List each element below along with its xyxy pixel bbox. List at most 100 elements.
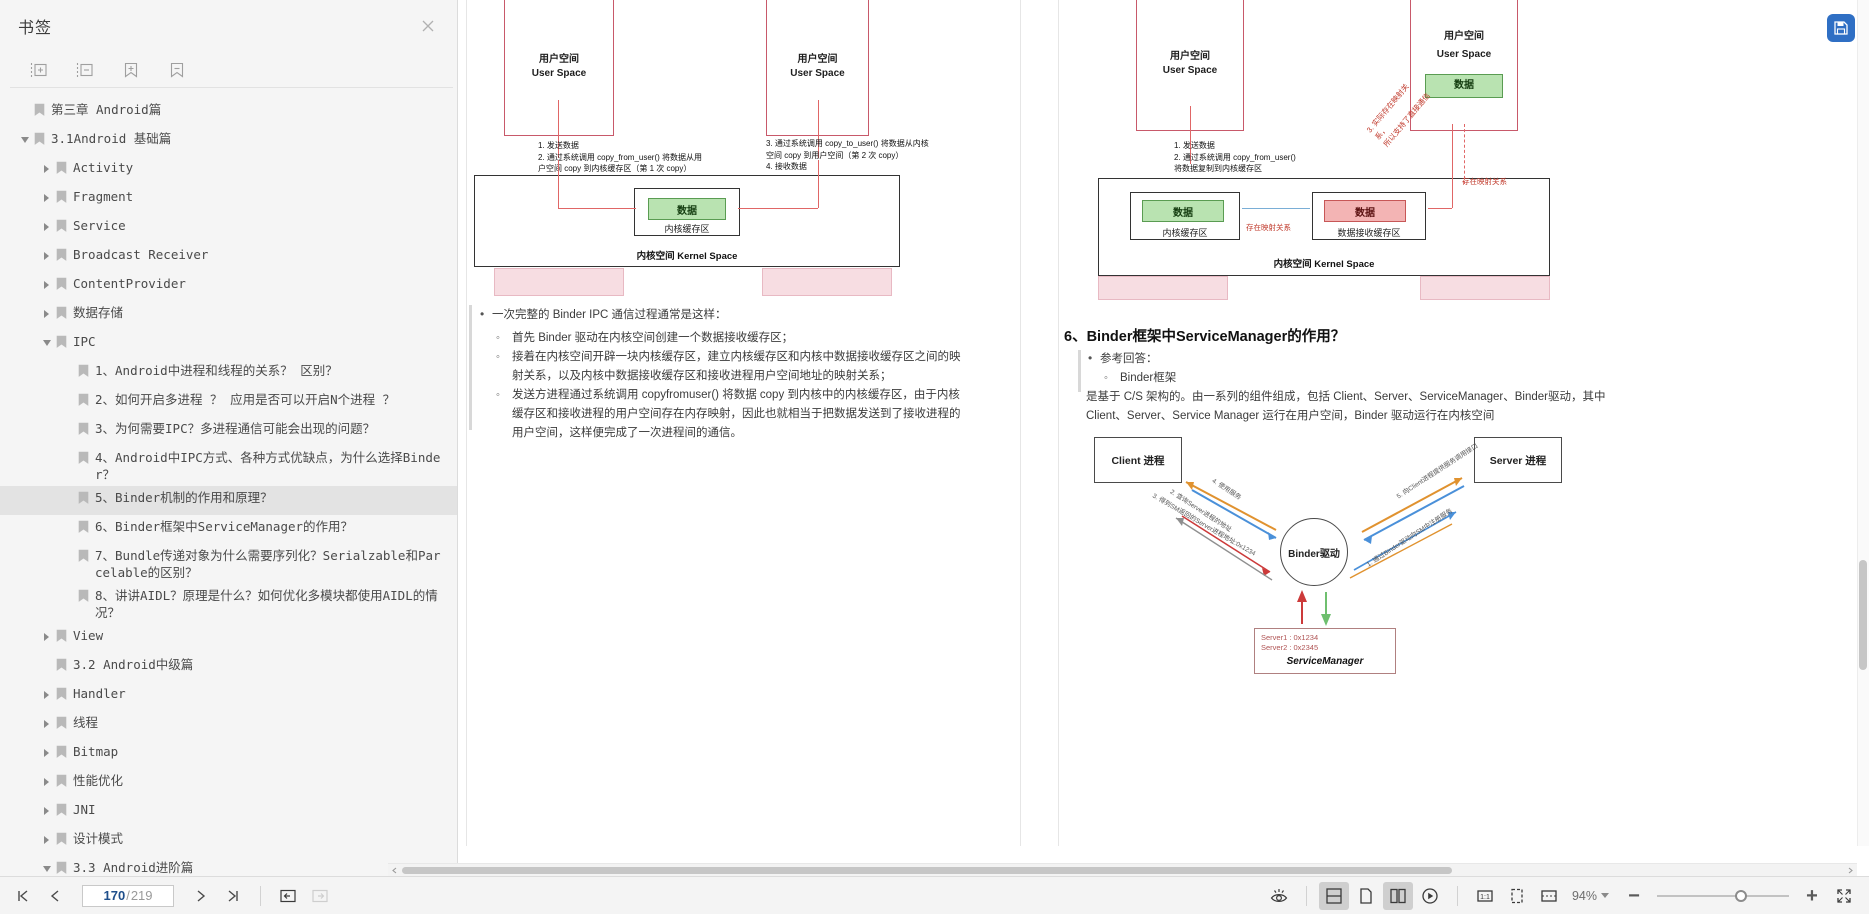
bookmark-tree-item-label: 3.2 Android中级篇 [73,657,194,672]
actual-size-button[interactable]: 1:1 [1470,882,1500,910]
mapping-label: 存在映射关系 [1246,223,1291,232]
fit-width-button[interactable] [1534,882,1564,910]
chevron-right-icon[interactable] [40,686,53,703]
bookmark-tree-item-label: Service [73,218,126,233]
bookmark-plus-icon[interactable] [120,59,142,81]
save-button[interactable] [1827,14,1855,42]
scroll-left-icon[interactable] [388,864,401,877]
fullscreen-button[interactable] [1829,882,1859,910]
bookmark-icon [34,103,45,116]
bookmark-tree-item[interactable]: Service [0,214,457,243]
chevron-left-icon [50,889,59,902]
right-page-bullets: 参考回答： Binder框架 [1086,349,1606,388]
zoom-out-button[interactable]: − [1619,882,1649,910]
bookmark-tree-item[interactable]: 线程 [0,711,457,740]
chevron-right-icon[interactable] [40,276,53,293]
zoom-slider-knob[interactable] [1735,889,1747,902]
bookmark-icon [56,774,67,787]
chevron-down-icon[interactable] [1601,893,1609,898]
chevron-right-icon[interactable] [40,831,53,848]
sidebar-toolbar [10,52,453,88]
continuous-scroll-button[interactable] [1318,881,1349,910]
chevron-right-icon[interactable] [40,773,53,790]
chevron-right-icon[interactable] [40,744,53,761]
zoom-in-button[interactable]: + [1797,882,1827,910]
bullet-item: 一次完整的 Binder IPC 通信过程通常是这样： [478,305,968,325]
bookmark-tree-item[interactable]: 第三章 Android篇 [0,98,457,127]
zoom-slider[interactable] [1657,889,1789,903]
last-page-button[interactable] [218,882,248,910]
bookmark-tree-item[interactable]: 设计模式 [0,827,457,856]
bookmark-tree-item[interactable]: View [0,624,457,653]
page-number-input[interactable]: 170 / 219 [82,884,174,907]
presentation-mode-button[interactable] [1415,882,1445,910]
bookmark-tree-item[interactable]: Bitmap [0,740,457,769]
double-page-button[interactable] [1382,881,1413,910]
bookmark-tree-item[interactable]: Fragment [0,185,457,214]
bookmark-tree-item[interactable]: JNI [0,798,457,827]
bookmark-tree-item[interactable]: 7、Bundle传递对象为什么需要序列化？Serialzable和Parcela… [0,544,457,584]
single-page-button[interactable] [1351,882,1381,910]
bookmark-tree-item[interactable]: Activity [0,156,457,185]
bookmark-tree-item-label: JNI [73,802,96,817]
bookmark-tree-item[interactable]: Broadcast Receiver [0,243,457,272]
bookmark-tree-item[interactable]: 1、Android中进程和线程的关系？ 区别？ [0,359,457,388]
vertical-scroll-thumb[interactable] [1859,560,1867,670]
chevron-right-icon[interactable] [40,247,53,264]
user-space-box-left: 用户空间 User Space [504,0,614,136]
bookmark-tree-item[interactable]: 5、Binder机制的作用和原理？ [0,486,457,515]
bookmark-tree-item[interactable]: 3.2 Android中级篇 [0,653,457,682]
horizontal-scrollbar[interactable] [388,863,1857,876]
bullet-item: 发送方进程通过系统调用 copyfromuser() 将数据 copy 到内核中… [496,386,968,443]
navigate-back-button[interactable] [273,882,303,910]
zoom-level-value[interactable]: 94% [1572,889,1597,903]
bookmark-tree-item[interactable]: Handler [0,682,457,711]
bookmark-tree-item[interactable]: 性能优化 [0,769,457,798]
chevron-right-icon[interactable] [40,218,53,235]
expand-all-icon[interactable] [28,59,50,81]
bookmark-tree-item[interactable]: IPC [0,330,457,359]
fit-page-button[interactable] [1502,882,1532,910]
previous-page-button[interactable] [40,882,70,910]
bookmark-icon [78,520,89,533]
bookmark-tree-item[interactable]: 6、Binder框架中ServiceManager的作用？ [0,515,457,544]
bookmark-icon [78,491,89,504]
bookmark-tree[interactable]: 第三章 Android篇 3.1Android 基础篇 Activity Fragme… [0,88,457,876]
bookmark-tree-item[interactable]: 2、如何开启多进程 ？ 应用是否可以开启N个进程 ？ [0,388,457,417]
scroll-right-icon[interactable] [1844,864,1857,877]
chevron-right-icon[interactable] [40,189,53,206]
chevron-right-icon[interactable] [40,160,53,177]
bookmark-tree-item[interactable]: 4、Android中IPC方式、各种方式优缺点，为什么选择Binder？ [0,446,457,486]
next-page-button[interactable] [186,882,216,910]
eye-protection-button[interactable] [1264,882,1294,910]
bullet-item: 参考回答： [1086,349,1606,369]
chevron-right-icon[interactable] [40,715,53,732]
chevron-right-icon[interactable] [40,305,53,322]
close-icon[interactable] [419,17,437,35]
bookmark-icon [78,589,89,602]
chevron-down-icon[interactable] [40,334,53,351]
mapping-label: 存在映射关系 [1462,177,1507,186]
vertical-scrollbar[interactable] [1857,0,1869,846]
bookmark-tree-item[interactable]: 8、讲讲AIDL？原理是什么？如何优化多模块都使用AIDL的情况？ [0,584,457,624]
horizontal-scroll-thumb[interactable] [402,867,1452,874]
bookmark-minus-icon[interactable] [166,59,188,81]
collapse-all-icon[interactable] [74,59,96,81]
chevron-down-icon[interactable] [18,131,31,148]
bullet-item: 首先 Binder 驱动在内核空间创建一个数据接收缓存区； [496,329,968,348]
chevron-right-icon[interactable] [40,802,53,819]
navigate-forward-button[interactable] [305,882,335,910]
chevron-down-icon[interactable] [40,860,53,876]
split-horizontal-icon [1326,887,1342,904]
chevron-right-icon[interactable] [40,628,53,645]
first-page-button[interactable] [8,882,38,910]
bookmark-tree-item[interactable]: 3、为何需要IPC？多进程通信可能会出现的问题？ [0,417,457,446]
document-viewport[interactable]: 用户空间 User Space 用户空间 User Space 1. 发送数据 … [458,0,1869,876]
bookmark-tree-item[interactable]: 数据存储 [0,301,457,330]
bookmark-tree-item-label: 7、Bundle传递对象为什么需要序列化？Serialzable和Parcela… [95,548,441,580]
bookmark-tree-item-label: 设计模式 [73,831,124,846]
bookmark-tree-item[interactable]: 3.1Android 基础篇 [0,127,457,156]
bookmark-tree-item[interactable]: ContentProvider [0,272,457,301]
